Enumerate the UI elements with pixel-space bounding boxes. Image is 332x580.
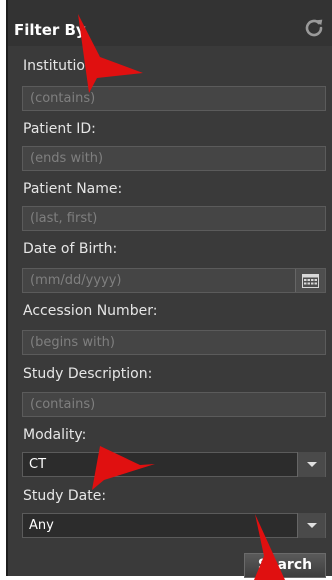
chevron-down-icon	[306, 523, 317, 528]
modality-select[interactable]: CT	[22, 452, 326, 477]
patient-name-placeholder: (last, first)	[30, 211, 98, 226]
study-date-label: Study Date:	[23, 488, 107, 504]
calendar-button[interactable]	[295, 269, 325, 292]
institution-label: Institution:	[23, 58, 99, 74]
institution-input[interactable]: (contains)	[22, 86, 326, 111]
refresh-icon[interactable]	[302, 16, 326, 40]
study-date-dropdown-button[interactable]	[297, 513, 325, 538]
patient-id-input[interactable]: (ends with)	[22, 146, 326, 171]
search-button[interactable]: Search	[244, 553, 326, 578]
patient-id-placeholder: (ends with)	[30, 151, 104, 166]
institution-placeholder: (contains)	[30, 91, 96, 106]
filter-header: Filter By	[8, 0, 332, 46]
chevron-down-icon	[306, 462, 317, 467]
filter-title: Filter By	[14, 21, 86, 39]
study-description-label: Study Description:	[23, 366, 153, 382]
study-description-input[interactable]: (contains)	[22, 392, 326, 417]
calendar-icon	[302, 273, 319, 288]
accession-number-label: Accession Number:	[23, 303, 158, 319]
modality-label: Modality:	[23, 427, 87, 443]
study-date-select[interactable]: Any	[22, 513, 326, 538]
patient-name-label: Patient Name:	[23, 181, 123, 197]
date-of-birth-placeholder: (mm/dd/yyyy)	[30, 273, 122, 288]
study-description-placeholder: (contains)	[30, 397, 96, 412]
filter-panel: Filter By Institution: (contains) Patien…	[6, 0, 332, 578]
patient-name-input[interactable]: (last, first)	[22, 206, 326, 231]
accession-number-placeholder: (begins with)	[30, 335, 115, 350]
study-date-value: Any	[29, 518, 54, 533]
modality-dropdown-button[interactable]	[297, 452, 325, 477]
accession-number-input[interactable]: (begins with)	[22, 330, 326, 355]
date-of-birth-label: Date of Birth:	[23, 241, 118, 257]
patient-id-label: Patient ID:	[23, 121, 96, 137]
modality-value: CT	[29, 457, 47, 472]
date-of-birth-input[interactable]: (mm/dd/yyyy)	[22, 268, 326, 293]
